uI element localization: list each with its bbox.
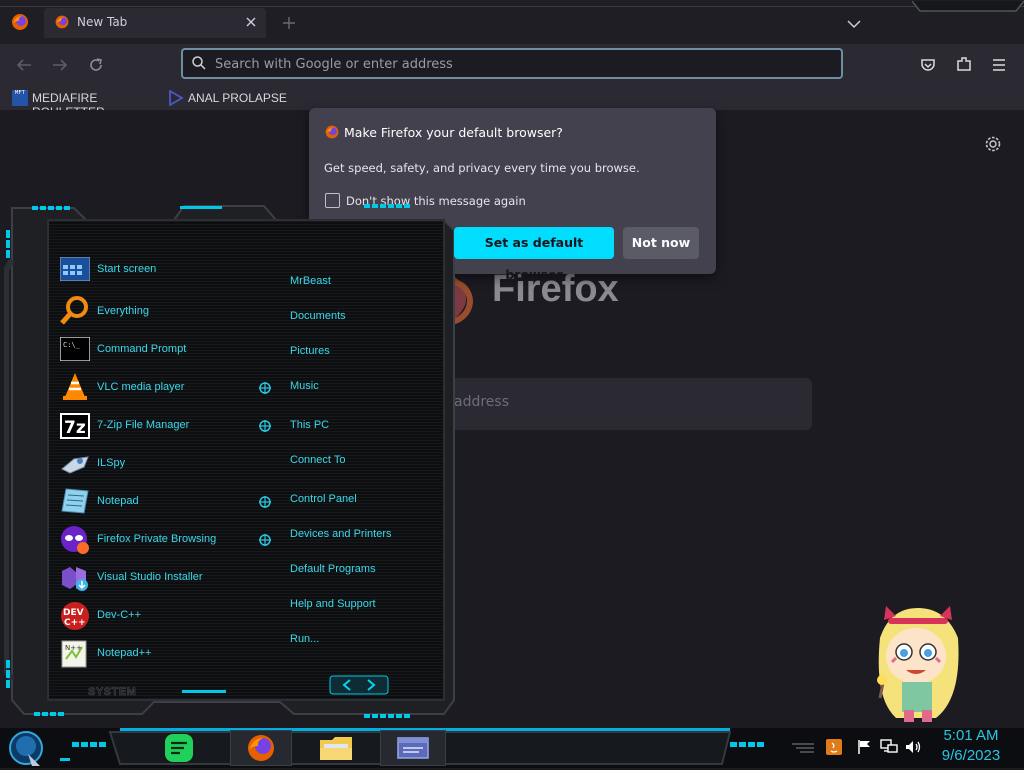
bookmarks-toolbar: MFT MEDIAFIRE ROULETTER ANAL PROLAPSE xyxy=(0,88,1024,119)
forward-arrow-icon[interactable] xyxy=(51,57,69,73)
svg-text:7z: 7z xyxy=(64,418,86,438)
java-tray-icon[interactable] xyxy=(826,739,842,755)
place-documents[interactable]: Documents xyxy=(290,310,346,322)
cartoon-character-sticker xyxy=(866,598,970,724)
firefox-taskbar-icon[interactable] xyxy=(230,730,292,766)
url-bar[interactable] xyxy=(181,48,843,79)
program-notepad[interactable]: Notepad xyxy=(97,495,139,507)
firefox-view-icon[interactable] xyxy=(10,12,30,32)
place-devices-printers[interactable]: Devices and Printers xyxy=(290,528,392,540)
firefox-private-icon xyxy=(60,525,90,555)
start-screen-icon xyxy=(59,256,91,287)
network-icon[interactable] xyxy=(880,739,898,755)
url-input[interactable] xyxy=(215,55,815,73)
place-default-programs[interactable]: Default Programs xyxy=(290,563,376,575)
window-app-icon[interactable] xyxy=(380,730,446,766)
program-devcpp[interactable]: Dev-C++ xyxy=(97,609,141,621)
program-start-screen[interactable]: Start screen xyxy=(97,263,156,275)
7zip-icon: 7z xyxy=(60,413,90,443)
place-connect-to[interactable]: Connect To xyxy=(290,454,345,466)
mft-icon: MFT xyxy=(12,90,28,106)
notepad-icon xyxy=(60,487,90,517)
dialog-message: Get speed, safety, and privacy every tim… xyxy=(324,161,640,175)
list-all-tabs-chevron-icon[interactable] xyxy=(846,15,862,29)
pocket-icon[interactable] xyxy=(919,56,937,74)
vs-installer-icon xyxy=(60,563,90,593)
place-run[interactable]: Run... xyxy=(290,633,319,645)
submenu-arrow-icon xyxy=(258,494,272,508)
system-label: SYSTEM xyxy=(88,686,137,699)
reload-icon[interactable] xyxy=(87,56,105,74)
ilspy-icon xyxy=(60,451,90,481)
program-vlc[interactable]: VLC media player xyxy=(97,381,184,393)
bookmark-label: ANAL PROLAPSE xyxy=(188,91,287,105)
notepadpp-icon: N++ xyxy=(60,639,90,669)
program-ilspy[interactable]: ILSpy xyxy=(97,457,125,469)
place-music[interactable]: Music xyxy=(290,380,319,392)
file-explorer-icon[interactable] xyxy=(318,732,354,764)
dialog-title: Make Firefox your default browser? xyxy=(344,125,563,140)
magnifier-icon xyxy=(60,295,90,325)
tab-new-tab[interactable]: New Tab xyxy=(44,8,266,38)
tab-bar: New Tab xyxy=(0,0,1024,44)
start-orb-button[interactable] xyxy=(6,730,46,766)
place-help-support[interactable]: Help and Support xyxy=(290,598,376,610)
place-control-panel[interactable]: Control Panel xyxy=(290,493,357,505)
svg-text:DEV: DEV xyxy=(63,608,84,618)
skin-frame-decoration xyxy=(911,0,1024,14)
new-tab-plus-icon[interactable] xyxy=(282,15,296,29)
taskbar xyxy=(0,728,1024,768)
clock-date[interactable]: 9/6/2023 xyxy=(930,747,1012,764)
firefox-icon xyxy=(324,124,340,140)
newtab-search-box[interactable]: address xyxy=(440,378,812,430)
program-everything[interactable]: Everything xyxy=(97,305,149,317)
volume-icon[interactable] xyxy=(904,739,922,755)
clock-time[interactable]: 5:01 AM xyxy=(930,727,1012,744)
gear-icon[interactable] xyxy=(984,135,1002,153)
newtab-search-hint: address xyxy=(454,394,510,410)
svg-text:N++: N++ xyxy=(65,644,82,652)
program-command-prompt[interactable]: Command Prompt xyxy=(97,343,186,355)
tab-title: New Tab xyxy=(77,15,128,29)
back-arrow-icon[interactable] xyxy=(15,57,33,73)
place-this-pc[interactable]: This PC xyxy=(290,419,329,431)
triangle-icon xyxy=(168,89,184,107)
vlc-cone-icon xyxy=(60,371,90,401)
firefox-tab-icon xyxy=(54,14,70,30)
bookmark-anal-prolapse[interactable]: ANAL PROLAPSE xyxy=(168,88,288,110)
extensions-icon[interactable] xyxy=(955,55,973,73)
program-firefox-private[interactable]: Firefox Private Browsing xyxy=(97,533,216,545)
program-notepadpp[interactable]: Notepad++ xyxy=(97,647,151,659)
program-vs-installer[interactable]: Visual Studio Installer xyxy=(97,571,203,583)
submenu-arrow-icon xyxy=(258,418,272,432)
not-now-button[interactable]: Not now xyxy=(623,227,699,259)
notes-app-icon[interactable] xyxy=(162,732,196,764)
set-default-browser-button[interactable]: Set as default browser xyxy=(454,227,614,282)
svg-text:C:\_: C:\_ xyxy=(63,341,81,349)
search-icon xyxy=(191,55,207,71)
close-tab-icon[interactable] xyxy=(244,14,258,28)
bookmark-mediafire-rouletter[interactable]: MFT MEDIAFIRE ROULETTER xyxy=(12,88,162,119)
place-mrbeast[interactable]: MrBeast xyxy=(290,275,331,287)
submenu-arrow-icon xyxy=(258,532,272,546)
devcpp-icon: DEV C++ xyxy=(60,601,90,631)
svg-text:C++: C++ xyxy=(64,618,86,628)
place-pictures[interactable]: Pictures xyxy=(290,345,330,357)
menu-hamburger-icon[interactable] xyxy=(991,57,1007,71)
cmd-icon: C:\_ xyxy=(59,336,91,367)
submenu-arrow-icon xyxy=(258,380,272,394)
flag-icon[interactable] xyxy=(856,739,872,755)
program-7zip[interactable]: 7-Zip File Manager xyxy=(97,419,189,431)
